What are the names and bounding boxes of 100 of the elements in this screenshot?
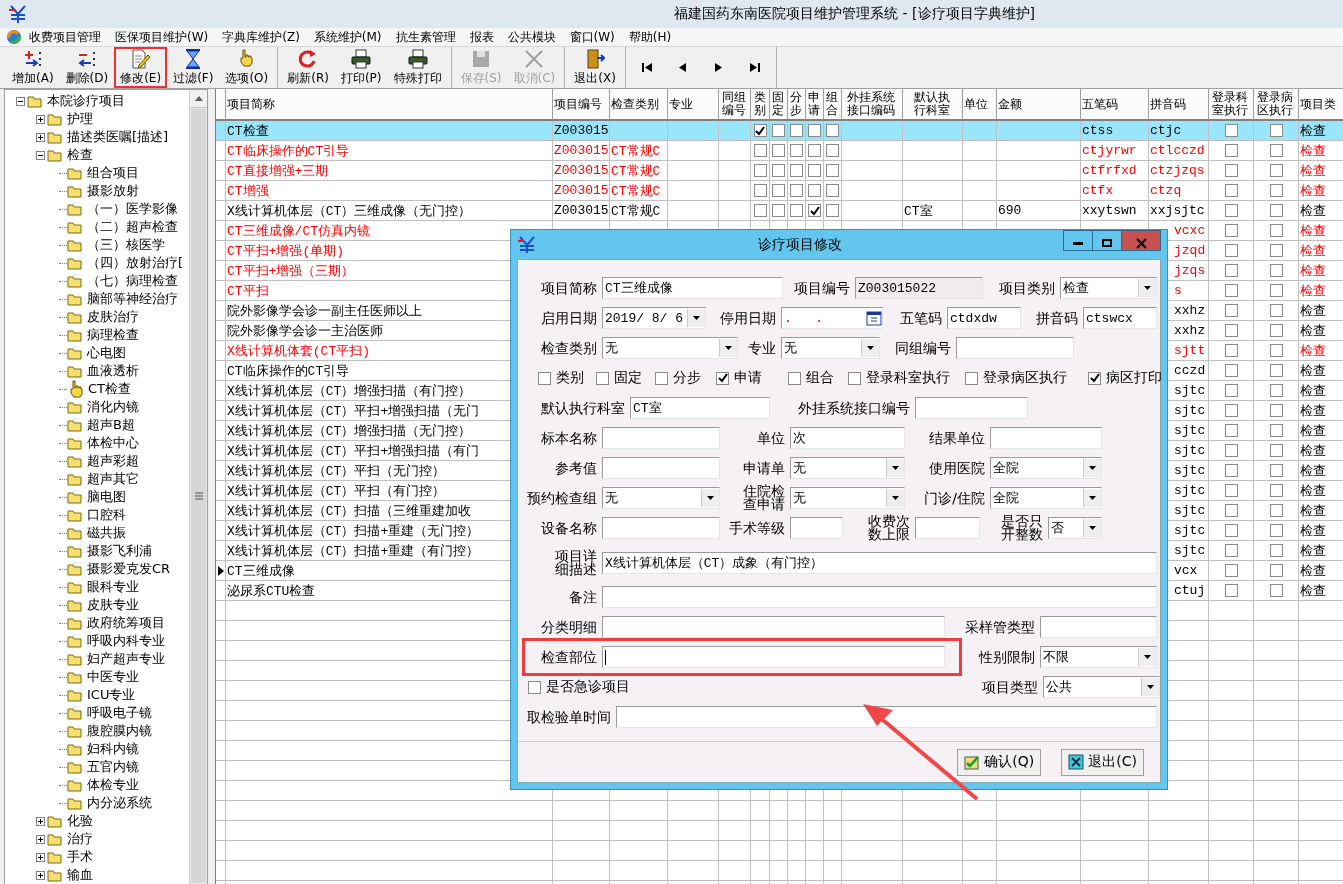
tree-item[interactable]: （四）放射治疗[ (87, 254, 184, 272)
text-field[interactable] (956, 337, 1074, 359)
tree-item[interactable]: 摄影爱克发CR (87, 560, 171, 578)
tree-item[interactable]: 本院诊疗项目 (47, 92, 125, 110)
menu-item[interactable]: 抗生素管理 (388, 28, 463, 46)
toolbar-button[interactable]: 特殊打印 (387, 47, 448, 88)
tree-item[interactable]: （三）核医学 (87, 236, 165, 254)
dropdown[interactable]: 检查 (1060, 277, 1157, 299)
checkbox[interactable] (1224, 444, 1238, 457)
text-field[interactable] (616, 706, 1157, 728)
checkbox[interactable] (1269, 224, 1283, 237)
checkbox[interactable] (753, 144, 767, 157)
tree-item[interactable]: 血液透析 (87, 362, 139, 380)
checkbox[interactable] (1224, 364, 1238, 377)
checkbox[interactable] (1269, 364, 1283, 377)
tree-item[interactable]: 输血 (67, 866, 93, 884)
tree-item[interactable]: 呼吸内科专业 (87, 632, 165, 650)
checkbox[interactable] (753, 124, 767, 137)
checkbox[interactable] (826, 184, 839, 197)
checkbox[interactable] (1224, 304, 1238, 317)
checkbox[interactable] (826, 144, 839, 157)
tree-item[interactable]: 脑部等神经治疗 (87, 290, 178, 308)
tree-item[interactable]: 消化内镜 (87, 398, 139, 416)
tree-item[interactable]: 中医专业 (87, 668, 139, 686)
checkbox[interactable] (1269, 344, 1283, 357)
text-field[interactable] (602, 517, 720, 539)
text-field[interactable] (1040, 616, 1157, 638)
tree-item[interactable]: 摄影放射 (87, 182, 139, 200)
checkbox[interactable] (1224, 244, 1238, 257)
toolbar-button[interactable]: 打印(P) (334, 47, 388, 88)
text-field[interactable]: 次 (790, 427, 905, 449)
checkbox[interactable] (1224, 264, 1238, 277)
checkbox[interactable] (753, 184, 767, 197)
text-field[interactable] (602, 646, 945, 668)
checkbox[interactable] (808, 164, 821, 177)
checkbox[interactable] (808, 124, 821, 137)
checkbox[interactable] (1088, 371, 1101, 385)
selected-row[interactable]: CT检查 Z003015 ctss ctjc 检查 (216, 121, 1343, 141)
checkbox[interactable] (772, 184, 785, 197)
column-header[interactable]: 外挂系统接口编码 (842, 89, 903, 121)
date-field[interactable]: . . (781, 307, 883, 329)
calendar-icon[interactable] (866, 310, 882, 326)
collapse-icon[interactable] (15, 96, 25, 106)
checkbox[interactable] (826, 124, 839, 137)
tree-item[interactable]: 描述类医嘱[描述] (67, 128, 169, 146)
toolbar-button[interactable]: 刷新(R) (281, 47, 335, 88)
checkbox[interactable] (1269, 184, 1283, 197)
checkbox[interactable] (1224, 384, 1238, 397)
tree-item[interactable]: 腹腔膜内镜 (87, 722, 152, 740)
text-field[interactable] (602, 616, 945, 638)
column-header[interactable]: 登录病区执行 (1254, 89, 1299, 121)
tree-item[interactable]: 皮肤专业 (87, 596, 139, 614)
column-header[interactable]: 拼音码 (1149, 89, 1209, 121)
text-field[interactable] (915, 397, 1028, 419)
checkbox[interactable] (1224, 344, 1238, 357)
text-field[interactable] (602, 457, 720, 479)
dropdown[interactable]: 无 (790, 457, 905, 479)
row-header[interactable] (216, 561, 226, 581)
checkbox[interactable] (772, 204, 785, 217)
tree-item[interactable]: 五官内镜 (87, 758, 139, 776)
scrollbar-thumb[interactable] (191, 109, 206, 883)
tree-item[interactable]: 化验 (67, 812, 93, 830)
tree-item[interactable]: （七）病理检查 (87, 272, 178, 290)
dropdown[interactable]: 无 (790, 487, 905, 509)
tree-item[interactable]: 皮肤治疗 (87, 308, 139, 326)
toolbar-button[interactable]: 删除(D) (59, 47, 115, 88)
tree-item[interactable]: 超声B超 (87, 416, 135, 434)
text-field[interactable] (990, 427, 1102, 449)
checkbox[interactable] (1224, 544, 1238, 557)
dropdown[interactable]: 全院 (990, 457, 1102, 479)
checkbox[interactable] (538, 371, 551, 385)
column-header[interactable]: 组合 (824, 89, 842, 121)
checkbox[interactable] (1269, 384, 1283, 397)
menu-item[interactable]: 帮助(H) (621, 28, 679, 46)
menu-item[interactable]: 系统维护(M) (306, 28, 389, 46)
tree-item[interactable]: 体检中心 (87, 434, 139, 452)
checkbox[interactable] (1269, 144, 1283, 157)
checkbox[interactable] (1269, 304, 1283, 317)
checkbox[interactable] (1269, 544, 1283, 557)
checkbox[interactable] (1224, 424, 1238, 437)
confirm-button[interactable]: 确认(Q) (957, 748, 1042, 776)
tree-item[interactable]: 心电图 (87, 344, 126, 362)
checkbox[interactable] (1224, 184, 1238, 197)
checkbox[interactable] (596, 371, 609, 385)
scrollbar[interactable] (189, 90, 207, 884)
checkbox[interactable] (1224, 164, 1238, 177)
column-header[interactable]: 金额 (997, 89, 1081, 121)
checkbox[interactable] (1224, 464, 1238, 477)
toolbar-button[interactable]: 退出(X) (568, 47, 622, 88)
checkbox[interactable] (1269, 444, 1283, 457)
tree-item[interactable]: 磁共振 (87, 524, 126, 542)
column-header[interactable]: 申请 (806, 89, 824, 121)
tree-item[interactable]: 政府统筹项目 (87, 614, 165, 632)
toolbar-button[interactable]: 修改(E) (114, 47, 168, 88)
tree-item[interactable]: 眼科专业 (87, 578, 139, 596)
expand-icon[interactable] (35, 870, 45, 880)
collapse-icon[interactable] (35, 150, 45, 160)
dropdown[interactable]: 公共 (1043, 676, 1160, 698)
text-field[interactable] (790, 517, 843, 539)
menu-item[interactable]: 医保项目维护(W) (108, 28, 216, 46)
